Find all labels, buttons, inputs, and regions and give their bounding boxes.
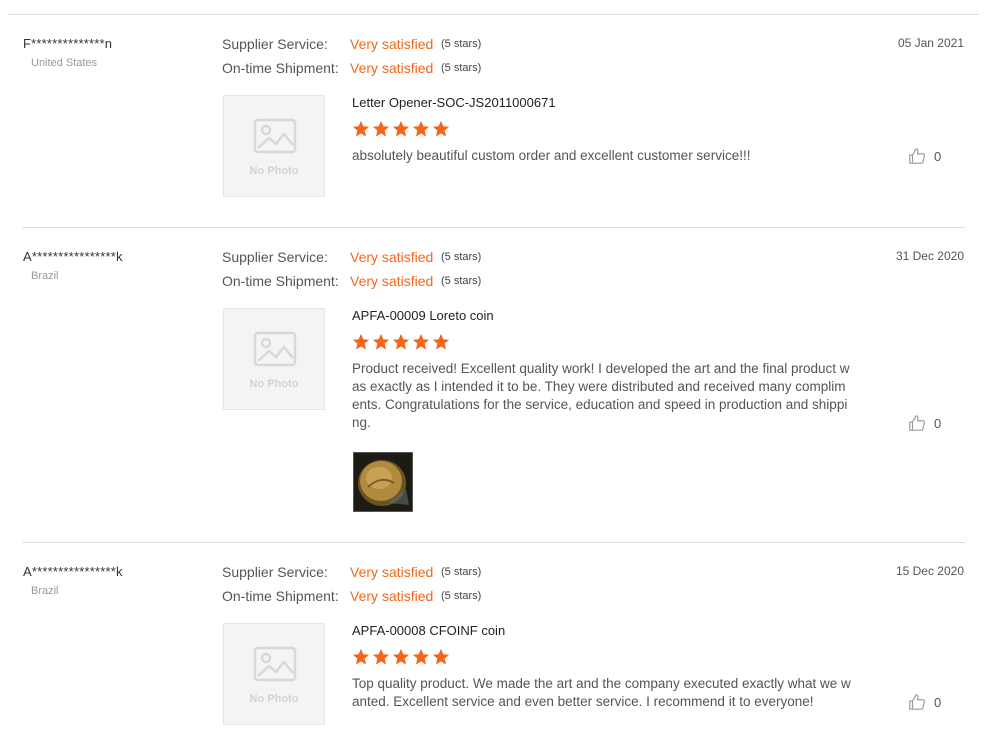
product-photo-placeholder[interactable]: No Photo (223, 95, 325, 197)
buyer-country: United States (31, 57, 98, 69)
rating-value: Very satisfied (350, 273, 434, 289)
rating-note: (5 stars) (441, 38, 482, 50)
rating-value: Very satisfied (350, 564, 434, 580)
product-star-rating (352, 333, 450, 351)
like-button[interactable]: 0 (908, 692, 941, 712)
rating-note: (5 stars) (441, 590, 482, 602)
product-title[interactable]: APFA-00008 CFOINF coin (352, 623, 505, 638)
review-date: 31 Dec 2020 (895, 249, 964, 263)
buyer-country: Brazil (31, 585, 59, 597)
rating-note: (5 stars) (441, 251, 482, 263)
like-count: 0 (934, 415, 942, 431)
review-comment: Top quality product. We made the art and… (352, 676, 851, 709)
no-photo-label: No Photo (249, 165, 299, 177)
star-icon (412, 120, 430, 137)
like-button[interactable]: 0 (908, 413, 941, 433)
image-placeholder-icon (253, 646, 297, 682)
thumbs-up-icon (909, 148, 926, 164)
star-icon (432, 120, 450, 137)
no-photo-label: No Photo (249, 378, 299, 390)
rating-value: Very satisfied (350, 36, 434, 52)
star-icon (432, 648, 450, 665)
review-date: 15 Dec 2020 (895, 564, 964, 578)
buyer-name: A****************k (23, 564, 123, 579)
rating-label: On-time Shipment: (222, 588, 339, 604)
star-icon (432, 333, 450, 350)
star-icon (372, 333, 390, 350)
star-icon (372, 120, 390, 137)
product-star-rating (352, 120, 450, 138)
star-icon (412, 648, 430, 665)
rating-label: On-time Shipment: (222, 273, 339, 289)
review-attachment-photo[interactable] (353, 452, 413, 512)
buyer-name: F**************n (23, 36, 113, 51)
image-placeholder-icon (253, 118, 297, 154)
review-comment: Product received! Excellent quality work… (352, 361, 850, 430)
top-divider (8, 14, 979, 15)
rating-value: Very satisfied (350, 60, 434, 76)
product-title[interactable]: Letter Opener-SOC-JS2011000671 (352, 95, 556, 110)
buyer-name: A****************k (23, 249, 123, 264)
rating-note: (5 stars) (441, 275, 482, 287)
star-icon (352, 120, 370, 137)
star-icon (392, 648, 410, 665)
product-star-rating (352, 648, 450, 666)
thumbs-up-icon (909, 415, 926, 431)
rating-label: Supplier Service: (222, 36, 328, 52)
product-photo-placeholder[interactable]: No Photo (223, 308, 325, 410)
product-photo-placeholder[interactable]: No Photo (223, 623, 325, 725)
no-photo-label: No Photo (249, 693, 299, 705)
rating-label: Supplier Service: (222, 249, 328, 265)
review-date: 05 Jan 2021 (897, 36, 964, 50)
star-icon (392, 120, 410, 137)
star-icon (412, 333, 430, 350)
rating-value: Very satisfied (350, 249, 434, 265)
review-comment: absolutely beautiful custom order and ex… (352, 148, 751, 163)
star-icon (392, 333, 410, 350)
rating-note: (5 stars) (441, 62, 482, 74)
star-icon (352, 648, 370, 665)
rating-note: (5 stars) (441, 566, 482, 578)
like-count: 0 (934, 148, 942, 164)
star-icon (352, 333, 370, 350)
like-count: 0 (934, 694, 942, 710)
image-placeholder-icon (253, 331, 297, 367)
review-divider (22, 542, 965, 543)
rating-value: Very satisfied (350, 588, 434, 604)
product-title[interactable]: APFA-00009 Loreto coin (352, 308, 494, 323)
rating-label: Supplier Service: (222, 564, 328, 580)
review-divider (22, 227, 965, 228)
coin-photo-icon (354, 453, 412, 511)
like-button[interactable]: 0 (908, 146, 941, 166)
thumbs-up-icon (909, 694, 926, 710)
star-icon (372, 648, 390, 665)
buyer-country: Brazil (31, 270, 59, 282)
rating-label: On-time Shipment: (222, 60, 339, 76)
